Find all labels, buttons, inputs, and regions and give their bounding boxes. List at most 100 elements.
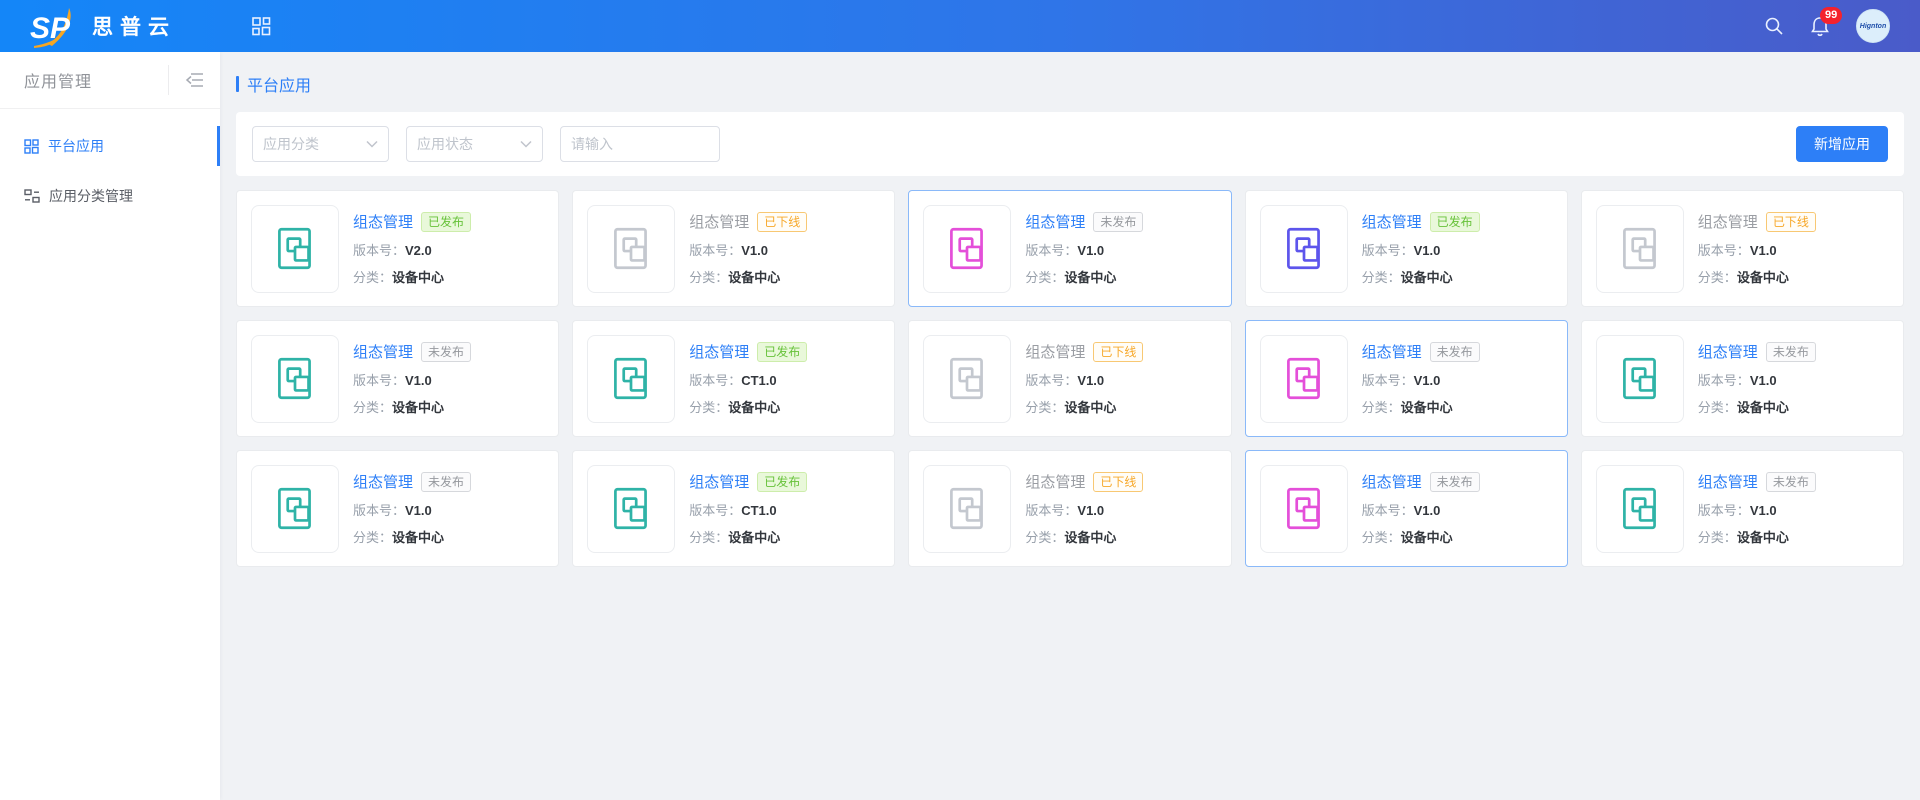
app-card-title[interactable]: 组态管理 <box>1362 471 1422 492</box>
app-icon-gray-squares <box>923 335 1011 423</box>
logo-sp-icon: SP <box>26 4 84 48</box>
app-card-title[interactable]: 组态管理 <box>1698 211 1758 232</box>
app-card-title[interactable]: 组态管理 <box>1362 211 1422 232</box>
app-icon-teal-squares <box>251 465 339 553</box>
status-badge: 未发布 <box>421 472 471 492</box>
chevron-down-icon <box>366 140 378 148</box>
version-value: V1.0 <box>741 243 768 258</box>
app-card[interactable]: 组态管理已下线版本号：V1.0分类：设备中心 <box>1581 190 1904 307</box>
version-value: V1.0 <box>1750 373 1777 388</box>
category-label: 分类： <box>353 530 392 545</box>
status-badge: 未发布 <box>1766 342 1816 362</box>
app-status-select-placeholder: 应用状态 <box>417 134 473 154</box>
category-label: 分类： <box>689 270 728 285</box>
app-version-row: 版本号：V2.0 <box>353 240 471 259</box>
app-category-row: 分类：设备中心 <box>689 397 807 416</box>
sidebar-item-label: 平台应用 <box>48 136 104 156</box>
status-badge: 未发布 <box>1430 472 1480 492</box>
app-card-title[interactable]: 组态管理 <box>1025 211 1085 232</box>
sidebar-item-platform-apps[interactable]: 平台应用 <box>0 121 220 171</box>
version-value: CT1.0 <box>741 503 776 518</box>
app-card[interactable]: 组态管理未发布版本号：V1.0分类：设备中心 <box>1581 450 1904 567</box>
avatar-label: Hignton <box>1860 23 1886 30</box>
category-value: 设备中心 <box>728 400 780 415</box>
app-card[interactable]: 组态管理已发布版本号：V2.0分类：设备中心 <box>236 190 559 307</box>
page-title: 平台应用 <box>247 72 311 96</box>
app-category-select[interactable]: 应用分类 <box>252 126 389 162</box>
search-icon[interactable] <box>1764 16 1784 36</box>
category-value: 设备中心 <box>1064 270 1116 285</box>
brand-logo: SP 思普云 <box>0 4 210 48</box>
version-label: 版本号： <box>1698 373 1750 388</box>
version-value: CT1.0 <box>741 373 776 388</box>
status-badge: 已发布 <box>757 342 807 362</box>
app-card-title[interactable]: 组态管理 <box>353 211 413 232</box>
app-card[interactable]: 组态管理未发布版本号：V1.0 分类：设备中心 <box>236 450 559 567</box>
app-category-row: 分类：设备中心 <box>353 527 471 546</box>
app-card[interactable]: 组态管理未发布版本号：V1.0分类：设备中心 <box>908 190 1231 307</box>
app-card-title[interactable]: 组态管理 <box>1698 341 1758 362</box>
app-card[interactable]: 组态管理未发布版本号：V1.0分类：设备中心 <box>1581 320 1904 437</box>
app-category-row: 分类：设备中心 <box>1025 527 1143 546</box>
app-card[interactable]: 组态管理未发布版本号：V1.0分类：设备中心 <box>1245 320 1568 437</box>
app-category-row: 分类：设备中心 <box>353 267 471 286</box>
app-card-title[interactable]: 组态管理 <box>1698 471 1758 492</box>
app-icon-gray-squares <box>1596 205 1684 293</box>
version-label: 版本号： <box>1025 503 1077 518</box>
app-card[interactable]: 组态管理已发布版本号：V1.0分类：设备中心 <box>1245 190 1568 307</box>
sidebar-collapse-icon[interactable] <box>168 65 220 95</box>
app-card[interactable]: 组态管理已下线版本号：V1.0分类：设备中心 <box>572 190 895 307</box>
app-version-row: 版本号：V1.0 <box>353 370 471 389</box>
app-version-row: 版本号：V1.0 <box>1698 370 1816 389</box>
category-label: 分类： <box>689 530 728 545</box>
version-label: 版本号： <box>689 503 741 518</box>
app-category-row: 分类：设备中心 <box>353 397 471 416</box>
app-card-title[interactable]: 组态管理 <box>353 341 413 362</box>
user-avatar[interactable]: Hignton <box>1856 9 1890 43</box>
category-value: 设备中心 <box>392 400 444 415</box>
app-card[interactable]: 组态管理已发布版本号：CT1.0 分类：设备中心 <box>572 320 895 437</box>
status-badge: 已下线 <box>1766 212 1816 232</box>
app-category-row: 分类：设备中心 <box>1025 397 1143 416</box>
app-card-title[interactable]: 组态管理 <box>1025 341 1085 362</box>
status-badge: 未发布 <box>421 342 471 362</box>
category-label: 分类： <box>353 400 392 415</box>
category-value: 设备中心 <box>728 530 780 545</box>
version-value: V1.0 <box>1414 503 1441 518</box>
status-badge: 未发布 <box>1766 472 1816 492</box>
app-icon-gray-squares <box>923 465 1011 553</box>
app-version-row: 版本号：V1.0 <box>1698 500 1816 519</box>
app-card-title[interactable]: 组态管理 <box>1362 341 1422 362</box>
category-label: 分类： <box>1698 400 1737 415</box>
search-input[interactable] <box>560 126 720 162</box>
version-value: V1.0 <box>1077 373 1104 388</box>
app-card-title[interactable]: 组态管理 <box>689 341 749 362</box>
category-label: 分类： <box>1698 530 1737 545</box>
app-category-select-placeholder: 应用分类 <box>263 134 319 154</box>
app-card[interactable]: 组态管理未发布版本号：V1.0分类：设备中心 <box>1245 450 1568 567</box>
app-version-row: 版本号：CT1.0 <box>689 370 807 389</box>
app-card[interactable]: 组态管理已下线版本号：V1.0分类：设备中心 <box>908 450 1231 567</box>
category-label: 分类： <box>1025 270 1064 285</box>
app-card[interactable]: 组态管理未发布版本号：V1.0 分类：设备中心 <box>236 320 559 437</box>
app-card-grid: 组态管理已发布版本号：V2.0分类：设备中心组态管理已下线版本号：V1.0分类：… <box>236 190 1904 567</box>
app-version-row: 版本号：V1.0 <box>353 500 471 519</box>
app-card[interactable]: 组态管理已发布版本号：CT1.0分类：设备中心 <box>572 450 895 567</box>
svg-text:SP: SP <box>30 12 71 45</box>
category-label: 分类： <box>1025 400 1064 415</box>
app-card-title[interactable]: 组态管理 <box>1025 471 1085 492</box>
version-label: 版本号： <box>1698 503 1750 518</box>
add-app-button[interactable]: 新增应用 <box>1796 126 1888 162</box>
version-label: 版本号： <box>689 373 741 388</box>
app-version-row: 版本号：CT1.0 <box>689 500 807 519</box>
app-card-title[interactable]: 组态管理 <box>353 471 413 492</box>
status-badge: 已下线 <box>757 212 807 232</box>
sidebar-item-app-category-mgmt[interactable]: 应用分类管理 <box>0 171 220 221</box>
app-status-select[interactable]: 应用状态 <box>406 126 543 162</box>
app-card-title[interactable]: 组态管理 <box>689 471 749 492</box>
app-card[interactable]: 组态管理已下线版本号：V1.0分类：设备中心 <box>908 320 1231 437</box>
apps-grid-icon[interactable] <box>252 17 271 36</box>
notification-bell-icon[interactable]: 99 <box>1810 16 1830 36</box>
app-card-title[interactable]: 组态管理 <box>689 211 749 232</box>
status-badge: 已下线 <box>1093 472 1143 492</box>
